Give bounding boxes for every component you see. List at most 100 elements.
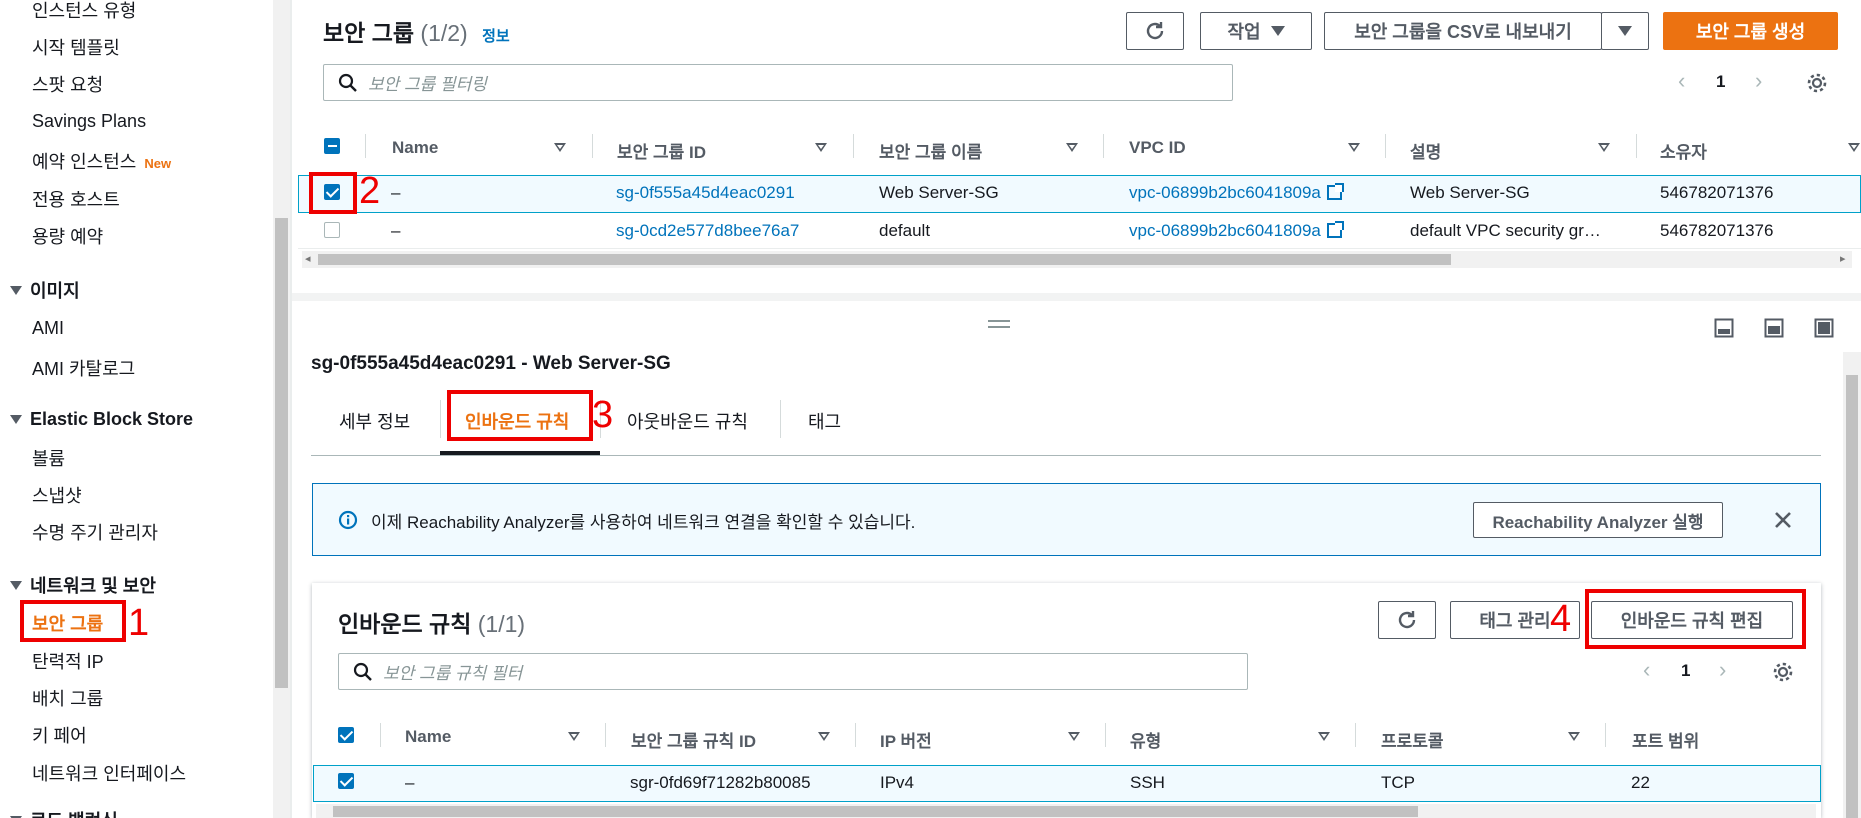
page-number[interactable]: 1 — [1716, 72, 1725, 92]
column-separator — [380, 723, 381, 747]
detail-scrollbar-thumb[interactable] — [1846, 375, 1858, 818]
inbound-rules-title: 인바운드 규칙 (1/1) — [338, 611, 526, 637]
sidebar-item-ami-catalog[interactable]: AMI 카탈로그 — [32, 355, 135, 381]
reachability-analyzer-button[interactable]: Reachability Analyzer 실행 — [1473, 502, 1723, 538]
gear-icon[interactable] — [1772, 661, 1794, 683]
prev-page-icon[interactable]: ‹ — [1678, 68, 1685, 94]
next-page-icon[interactable]: › — [1755, 68, 1762, 94]
column-separator — [1355, 723, 1356, 747]
sort-icon[interactable] — [1348, 143, 1360, 152]
sort-icon[interactable] — [815, 143, 827, 152]
sidebar-section-images[interactable]: 이미지 — [10, 277, 80, 303]
split-divider[interactable] — [292, 293, 1861, 301]
sidebar-item-lifecycle-manager[interactable]: 수명 주기 관리자 — [32, 519, 158, 545]
info-link[interactable]: 정보 — [482, 28, 510, 45]
split-full-icon[interactable] — [1814, 318, 1834, 338]
column-header-sg-id[interactable]: 보안 그룹 ID — [617, 138, 706, 163]
cell-vpc-link[interactable]: vpc-06899b2bc6041809a — [1129, 183, 1344, 203]
inbound-filter-input[interactable]: 보안 그룹 규칙 필터 — [338, 653, 1248, 690]
create-security-group-button[interactable]: 보안 그룹 생성 — [1663, 12, 1838, 50]
sidebar-item-instance-types[interactable]: 인스턴스 유형 — [32, 0, 136, 23]
new-badge: New — [144, 156, 172, 171]
sidebar-item-savings-plans[interactable]: Savings Plans — [32, 111, 146, 132]
column-separator — [1385, 134, 1386, 158]
next-page-icon[interactable]: › — [1719, 657, 1726, 683]
tab-outbound-rules[interactable]: 아웃바운드 규칙 — [627, 408, 748, 434]
sort-icon[interactable] — [818, 732, 830, 741]
sg-filter-input[interactable]: 보안 그룹 필터링 — [323, 64, 1233, 101]
sidebar-section-load-balancing[interactable]: 로드 밸런싱 — [10, 807, 118, 818]
caret-down-icon — [1270, 26, 1285, 36]
column-header-description[interactable]: 설명 — [1410, 138, 1441, 163]
sort-icon[interactable] — [1598, 143, 1610, 152]
cell-owner: 546782071376 — [1660, 183, 1774, 202]
sidebar-item-network-interfaces[interactable]: 네트워크 인터페이스 — [32, 760, 186, 786]
sidebar-item-dedicated-hosts[interactable]: 전용 호스트 — [32, 186, 120, 212]
sidebar-item-launch-templates[interactable]: 시작 템플릿 — [32, 34, 120, 60]
table-row[interactable] — [313, 765, 1821, 802]
sort-icon[interactable] — [1068, 732, 1080, 741]
sidebar-item-reserved-instances[interactable]: 예약 인스턴스 New — [32, 148, 171, 174]
column-header-sg-name[interactable]: 보안 그룹 이름 — [879, 138, 982, 163]
sidebar-item-volumes[interactable]: 볼륨 — [32, 445, 65, 471]
row-checkbox[interactable] — [338, 773, 354, 789]
annotation-box-1 — [20, 600, 126, 642]
sort-icon[interactable] — [1848, 143, 1860, 152]
sidebar-section-ebs[interactable]: Elastic Block Store — [10, 409, 193, 430]
column-header-name[interactable]: Name — [405, 727, 451, 747]
column-header-vpc-id[interactable]: VPC ID — [1129, 138, 1186, 158]
tab-details[interactable]: 세부 정보 — [339, 408, 410, 434]
cell-sg-name: default — [879, 221, 931, 240]
inbound-refresh-button[interactable] — [1378, 601, 1436, 639]
scroll-left-icon[interactable]: ◂ — [305, 252, 311, 265]
column-header-ip-version[interactable]: IP 버전 — [880, 727, 932, 752]
actions-dropdown[interactable]: 작업 — [1200, 12, 1312, 50]
sidebar-item-elastic-ips[interactable]: 탄력적 IP — [32, 648, 104, 674]
export-csv-button[interactable]: 보안 그룹을 CSV로 내보내기 — [1324, 12, 1602, 50]
column-separator — [1105, 723, 1106, 747]
select-all-checkbox[interactable] — [338, 727, 354, 743]
page-number[interactable]: 1 — [1681, 661, 1690, 681]
export-dropdown-button[interactable] — [1601, 12, 1649, 50]
column-header-name[interactable]: Name — [392, 138, 438, 158]
sort-icon[interactable] — [1066, 143, 1078, 152]
sidebar-item-ami[interactable]: AMI — [32, 318, 64, 339]
sidebar-scrollbar-thumb[interactable] — [275, 218, 288, 688]
tab-tags[interactable]: 태그 — [808, 408, 841, 434]
refresh-icon — [1146, 22, 1164, 40]
sidebar-item-spot-requests[interactable]: 스팟 요청 — [32, 71, 103, 97]
sidebar-item-key-pairs[interactable]: 키 페어 — [32, 722, 87, 748]
sidebar-item-capacity-reservations[interactable]: 용량 예약 — [32, 223, 103, 249]
select-all-checkbox[interactable] — [324, 138, 340, 154]
sort-icon[interactable] — [554, 143, 566, 152]
cell-vpc-link[interactable]: vpc-06899b2bc6041809a — [1129, 221, 1344, 241]
prev-page-icon[interactable]: ‹ — [1643, 657, 1650, 683]
sort-icon[interactable] — [1318, 732, 1330, 741]
column-header-port-range[interactable]: 포트 범위 — [1632, 727, 1699, 752]
sort-icon[interactable] — [568, 732, 580, 741]
cell-sg-id-link[interactable]: sg-0cd2e577d8bee76a7 — [616, 221, 799, 241]
column-header-owner[interactable]: 소유자 — [1660, 138, 1707, 163]
sidebar-item-snapshots[interactable]: 스냅샷 — [32, 482, 82, 508]
column-header-protocol[interactable]: 프로토콜 — [1381, 727, 1444, 752]
sidebar-section-network-security[interactable]: 네트워크 및 보안 — [10, 572, 156, 598]
split-half-icon[interactable] — [1764, 318, 1784, 338]
table-scrollbar-thumb[interactable] — [318, 254, 1451, 265]
column-header-type[interactable]: 유형 — [1130, 727, 1161, 752]
external-link-icon — [1326, 183, 1344, 200]
sg-panel-title: 보안 그룹 (1/2) 정보 — [323, 20, 510, 46]
split-bottom-icon[interactable] — [1714, 318, 1734, 338]
refresh-button[interactable] — [1126, 12, 1184, 50]
table-scrollbar-thumb[interactable] — [333, 806, 1418, 817]
search-icon — [353, 662, 372, 681]
drag-handle-icon[interactable] — [988, 320, 1010, 322]
sidebar-item-placement-groups[interactable]: 배치 그룹 — [32, 685, 103, 711]
column-header-rule-id[interactable]: 보안 그룹 규칙 ID — [631, 727, 756, 752]
close-icon[interactable] — [1774, 511, 1792, 529]
gear-icon[interactable] — [1806, 72, 1828, 94]
row-checkbox[interactable] — [324, 222, 340, 238]
scroll-right-icon[interactable]: ▸ — [1840, 252, 1846, 265]
sort-icon[interactable] — [1568, 732, 1580, 741]
cell-sg-id-link[interactable]: sg-0f555a45d4eac0291 — [616, 183, 795, 203]
table-row[interactable] — [298, 175, 1861, 213]
